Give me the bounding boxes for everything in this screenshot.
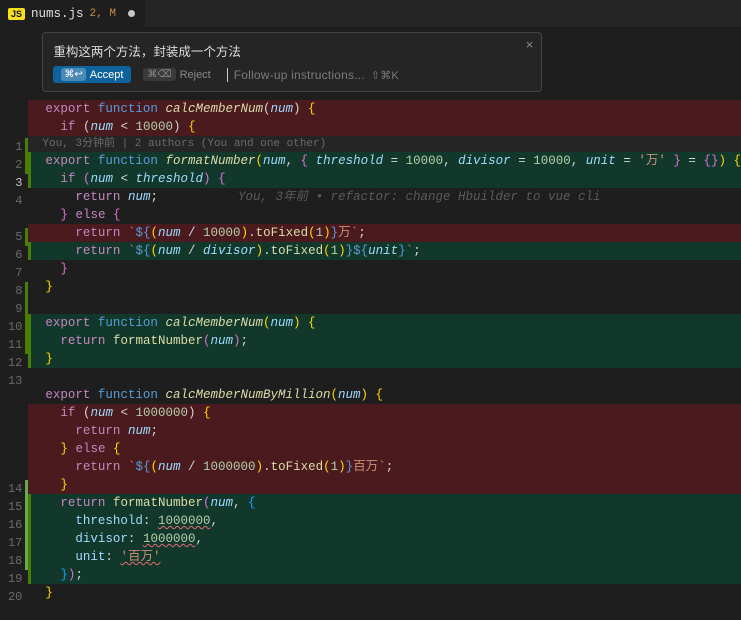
line-number: 3: [0, 174, 28, 192]
accept-label: Accept: [90, 69, 124, 81]
line-number: 4: [0, 192, 28, 210]
code-line-added: export function formatNumber(num, { thre…: [28, 152, 741, 170]
code-line-added: return formatNumber(num, {: [28, 494, 741, 512]
line-number: 5: [0, 228, 28, 246]
line-number: [0, 408, 28, 426]
code-line-added: return `${(num / divisor).toFixed(1)}${u…: [28, 242, 741, 260]
code-line-added: }: [28, 350, 741, 368]
reject-label: Reject: [180, 69, 211, 81]
line-number: 7: [0, 264, 28, 282]
reject-button[interactable]: ⌘⌫ Reject: [143, 68, 210, 81]
code-line-added: unit: '百万': [28, 548, 741, 566]
code-line-deleted: if (num < 10000) {: [28, 118, 741, 136]
code-line: }: [28, 260, 741, 278]
code-line: [28, 296, 741, 314]
ai-suggestion-panel: × 重构这两个方法，封装成一个方法 ⌘↩ Accept ⌘⌫ Reject Fo…: [42, 32, 542, 92]
code-line: export function calcMemberNumByMillion(n…: [28, 386, 741, 404]
line-number: 20: [0, 588, 28, 606]
tab-scm-badge: 2, M: [90, 8, 116, 20]
code-line-deleted: return num;: [28, 422, 741, 440]
js-icon: JS: [8, 8, 25, 20]
git-blame-annotation: You, 3分钟前 | 2 authors (You and one other…: [28, 136, 741, 152]
accept-button[interactable]: ⌘↩ Accept: [53, 66, 131, 83]
line-number: 1: [0, 138, 28, 156]
line-number: 18: [0, 552, 28, 570]
line-number: [0, 210, 28, 228]
line-number: 6: [0, 246, 28, 264]
line-number: 9: [0, 300, 28, 318]
editor: 1 2 3 4 5 6 7 8 9 10 11 12 13 14 15 16 1…: [0, 28, 741, 618]
line-number: 11: [0, 336, 28, 354]
suggestion-title: 重构这两个方法，封装成一个方法: [53, 41, 531, 60]
code-line-added: return formatNumber(num);: [28, 332, 741, 350]
tab-bar: JS nums.js 2, M: [0, 0, 741, 28]
line-number: 8: [0, 282, 28, 300]
code-line-deleted: }: [28, 476, 741, 494]
code-line-added: divisor: 1000000,: [28, 530, 741, 548]
line-number: 12: [0, 354, 28, 372]
followup-input[interactable]: Follow-up instructions...⇧⌘K: [227, 68, 532, 82]
accept-shortcut: ⌘↩: [61, 68, 85, 81]
dirty-indicator-icon: [128, 10, 135, 17]
line-number: 19: [0, 570, 28, 588]
followup-shortcut: ⇧⌘K: [371, 70, 399, 82]
line-number: [0, 444, 28, 462]
line-number: [0, 390, 28, 408]
code-body: export function calcMemberNum(num) { if …: [28, 34, 741, 620]
code-line-deleted: export function calcMemberNum(num) {: [28, 100, 741, 118]
code-line: } else {: [28, 206, 741, 224]
tab-filename: nums.js: [31, 7, 84, 21]
line-number: 17: [0, 534, 28, 552]
code-line-deleted: if (num < 1000000) {: [28, 404, 741, 422]
line-number: [0, 426, 28, 444]
line-gutter: 1 2 3 4 5 6 7 8 9 10 11 12 13 14 15 16 1…: [0, 28, 28, 618]
code-line: }: [28, 584, 741, 602]
code-line: }: [28, 278, 741, 296]
code-line-added: export function calcMemberNum(num) {: [28, 314, 741, 332]
line-number: 14: [0, 480, 28, 498]
line-number: [0, 462, 28, 480]
code-line: [28, 368, 741, 386]
reject-shortcut: ⌘⌫: [143, 68, 175, 81]
line-number: 16: [0, 516, 28, 534]
line-number: 2: [0, 156, 28, 174]
code-line: return num;You, 3年前 • refactor: change H…: [28, 188, 741, 206]
code-line-added: threshold: 1000000,: [28, 512, 741, 530]
line-number: 13: [0, 372, 28, 390]
code-line-added: });: [28, 566, 741, 584]
code-line: [28, 602, 741, 620]
code-line-deleted: return `${(num / 10000).toFixed(1)}万`;: [28, 224, 741, 242]
code-line-deleted: return `${(num / 1000000).toFixed(1)}百万`…: [28, 458, 741, 476]
close-icon[interactable]: ×: [526, 37, 534, 52]
line-number: 15: [0, 498, 28, 516]
code-line-deleted: } else {: [28, 440, 741, 458]
inline-blame: You, 3年前 • refactor: change Hbuilder to …: [158, 190, 601, 204]
line-number: 10: [0, 318, 28, 336]
code-line-added: if (num < threshold) {: [28, 170, 741, 188]
tab-file[interactable]: JS nums.js 2, M: [0, 0, 146, 27]
code-area[interactable]: × 重构这两个方法，封装成一个方法 ⌘↩ Accept ⌘⌫ Reject Fo…: [28, 28, 741, 618]
